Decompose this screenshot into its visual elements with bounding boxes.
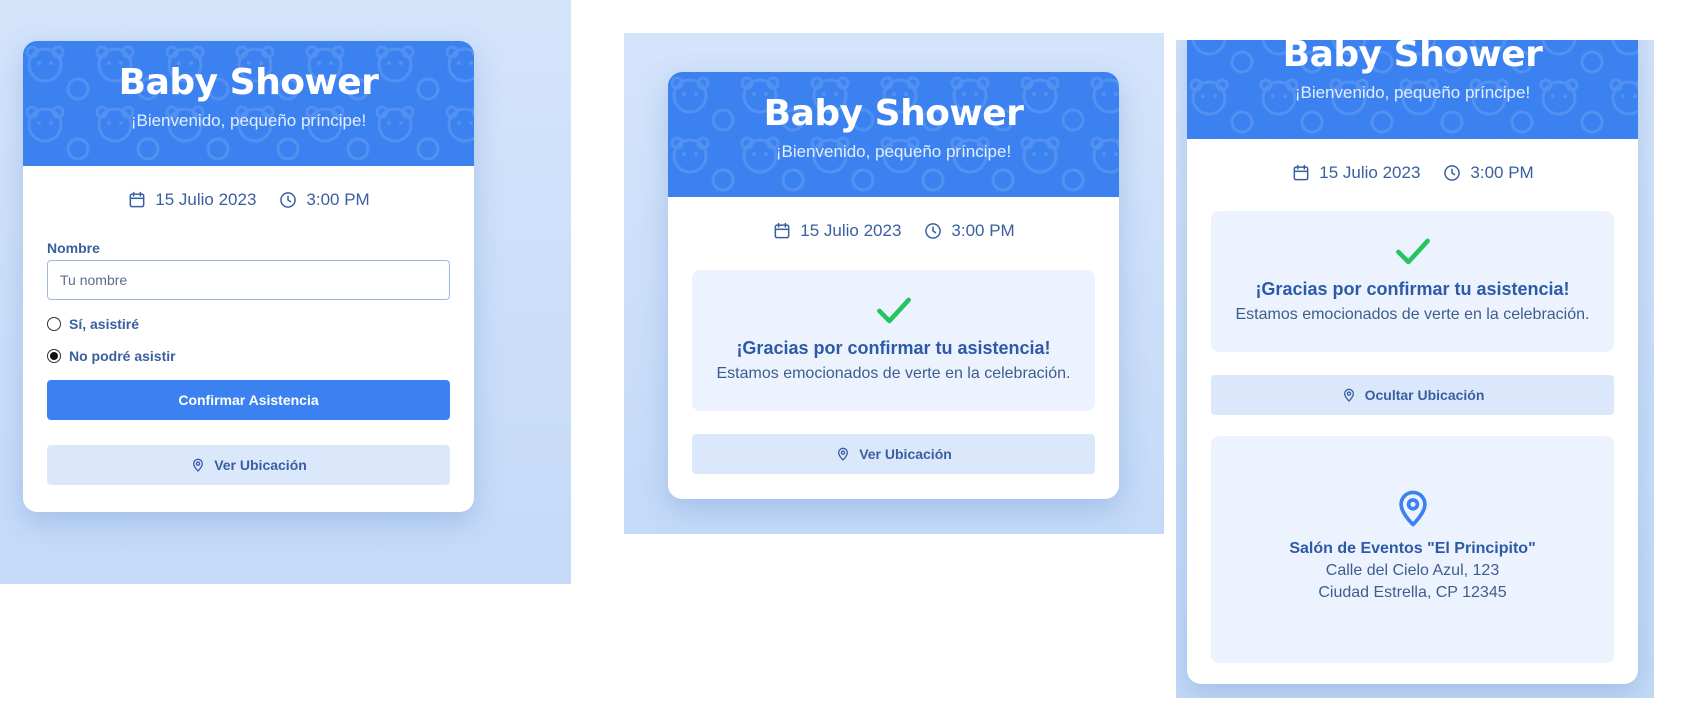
calendar-icon (127, 190, 147, 210)
radio-attend-label: Sí, asistiré (69, 316, 140, 332)
hide-location-button[interactable]: Ocultar Ubicación (1211, 375, 1614, 415)
event-date: 15 Julio 2023 (800, 221, 902, 240)
panel-location: Baby Shower ¡Bienvenido, pequeño príncip… (1176, 40, 1654, 698)
show-location-label: Ver Ubicación (214, 457, 307, 473)
map-pin-icon (1341, 387, 1357, 403)
confirmation-text: Estamos emocionados de verte en la celeb… (716, 365, 1071, 382)
page-subtitle: ¡Bienvenido, pequeño príncipe! (1294, 83, 1531, 102)
page-title: Baby Shower (1282, 40, 1543, 75)
confirmation-text: Estamos emocionados de verte en la celeb… (1235, 306, 1590, 323)
panel-confirmation: Baby Shower ¡Bienvenido, pequeño príncip… (624, 33, 1164, 534)
map-pin-icon (190, 457, 206, 473)
map-pin-large-icon (1211, 436, 1614, 532)
rsvp-form: Nombre Sí, asistiré No podré asistir Con… (47, 240, 450, 485)
show-location-label: Ver Ubicación (859, 446, 952, 462)
invitation-card: Baby Shower ¡Bienvenido, pequeño príncip… (23, 41, 474, 512)
confirmation-message-box: ¡Gracias por confirmar tu asistencia! Es… (692, 270, 1095, 411)
confirm-attendance-button[interactable]: Confirmar Asistencia (47, 380, 450, 420)
venue-name: Salón de Eventos "El Principito" (1289, 540, 1536, 557)
name-input[interactable] (47, 260, 450, 300)
location-details-box: Salón de Eventos "El Principito" Calle d… (1211, 436, 1614, 663)
clock-icon (278, 190, 298, 210)
address-line-2: Ciudad Estrella, CP 12345 (1318, 584, 1507, 601)
confirmation-title: ¡Gracias por confirmar tu asistencia! (736, 338, 1051, 358)
card-header: Baby Shower ¡Bienvenido, pequeño príncip… (668, 72, 1119, 197)
calendar-icon (772, 221, 792, 241)
event-datetime: 15 Julio 2023 3:00 PM (23, 190, 474, 210)
confirmation-message-box: ¡Gracias por confirmar tu asistencia! Es… (1211, 211, 1614, 352)
radio-decline-label: No podré asistir (69, 348, 176, 364)
event-time: 3:00 PM (951, 221, 1015, 240)
address-line-1: Calle del Cielo Azul, 123 (1325, 562, 1500, 579)
page-subtitle: ¡Bienvenido, pequeño príncipe! (775, 142, 1012, 161)
check-icon (1211, 211, 1614, 269)
panel-rsvp-form: Baby Shower ¡Bienvenido, pequeño príncip… (0, 0, 571, 584)
event-date: 15 Julio 2023 (155, 190, 257, 209)
page-subtitle: ¡Bienvenido, pequeño príncipe! (130, 111, 367, 130)
show-location-button[interactable]: Ver Ubicación (692, 434, 1095, 474)
radio-option-decline[interactable]: No podré asistir (47, 345, 450, 367)
clock-icon (923, 221, 943, 241)
invitation-card: Baby Shower ¡Bienvenido, pequeño príncip… (668, 72, 1119, 499)
confirmation-title: ¡Gracias por confirmar tu asistencia! (1255, 279, 1570, 299)
map-pin-icon (835, 446, 851, 462)
event-time: 3:00 PM (1470, 163, 1534, 182)
event-time: 3:00 PM (306, 190, 370, 209)
check-icon (692, 270, 1095, 328)
card-header: Baby Shower ¡Bienvenido, pequeño príncip… (23, 41, 474, 166)
card-header: Baby Shower ¡Bienvenido, pequeño príncip… (1187, 40, 1638, 139)
name-label: Nombre (47, 240, 100, 256)
show-location-button[interactable]: Ver Ubicación (47, 445, 450, 485)
invitation-card: Baby Shower ¡Bienvenido, pequeño príncip… (1187, 40, 1638, 684)
calendar-icon (1291, 163, 1311, 183)
event-date: 15 Julio 2023 (1319, 163, 1421, 182)
clock-icon (1442, 163, 1462, 183)
radio-attend[interactable] (47, 317, 61, 331)
hide-location-label: Ocultar Ubicación (1364, 387, 1485, 403)
event-datetime: 15 Julio 2023 3:00 PM (1187, 163, 1638, 183)
radio-decline[interactable] (47, 349, 61, 363)
radio-option-attend[interactable]: Sí, asistiré (47, 313, 450, 335)
page-title: Baby Shower (118, 62, 379, 103)
page-title: Baby Shower (763, 93, 1024, 134)
event-datetime: 15 Julio 2023 3:00 PM (668, 221, 1119, 241)
